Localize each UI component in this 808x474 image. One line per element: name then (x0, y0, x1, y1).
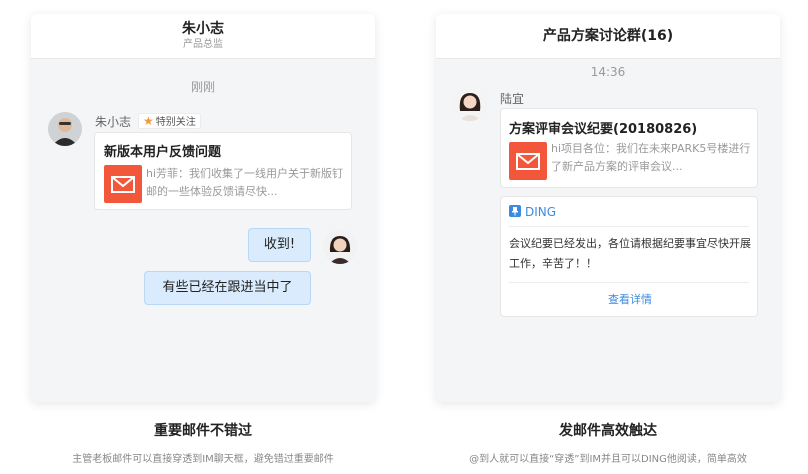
caption-right: 发邮件高效触达 @到人就可以直接“穿透”到IM并且可以DING他阅读，简单高效 (428, 420, 788, 465)
mail-icon (509, 142, 547, 180)
chat-header: 产品方案讨论群(16) (436, 14, 780, 59)
sender-name: 陆宜 (500, 92, 525, 106)
special-follow-badge: ★ 特别关注 (138, 113, 201, 129)
ding-label: DING (525, 205, 557, 219)
mail-subject: 方案评审会议纪要(20180826) (509, 122, 698, 137)
avatar-sender[interactable] (453, 87, 487, 121)
chat-contact-title: 产品总监 (183, 39, 223, 50)
chat-window-right: 产品方案讨论群(16) 14:36 陆宜 方案评审会议纪要(20180826) … (436, 14, 780, 402)
ding-tag: DING (509, 205, 556, 219)
message-timestamp: 刚刚 (190, 80, 215, 94)
mail-preview: hi芳菲：我们收集了一线用户关于新版钉邮的一些体验反馈请尽快... (146, 167, 344, 198)
ding-card[interactable]: DING 会议纪要已经发出，各位请根据纪要事宜尽快开展工作，辛苦了！！ 查看详情 (500, 196, 758, 317)
message-timestamp: 14:36 (590, 65, 626, 79)
avatar-self[interactable] (323, 230, 357, 264)
mail-preview: hi项目各位：我们在未来PARK5号楼进行了新产品方案的评审会议... (551, 142, 751, 173)
divider (509, 282, 749, 283)
caption-subtitle: @到人就可以直接“穿透”到IM并且可以DING他阅读，简单高效 (469, 454, 747, 465)
mail-card[interactable]: 新版本用户反馈问题 hi芳菲：我们收集了一线用户关于新版钉邮的一些体验反馈请尽快… (94, 132, 352, 210)
chat-contact-name: 朱小志 (182, 21, 224, 37)
message-bubble[interactable]: 收到! (248, 228, 311, 262)
message-bubble[interactable]: 有些已经在跟进当中了 (144, 271, 311, 305)
badge-label: 特别关注 (155, 117, 196, 128)
divider (509, 226, 749, 227)
chat-window-left: 朱小志 产品总监 刚刚 朱小志 ★ 特别关注 新版本用户反馈问题 hi芳菲：我们收… (31, 14, 375, 402)
star-icon: ★ (143, 114, 154, 128)
caption-title: 重要邮件不错过 (154, 423, 252, 439)
group-title: 产品方案讨论群(16) (542, 28, 674, 44)
caption-title: 发邮件高效触达 (559, 423, 657, 439)
view-details-link[interactable]: 查看详情 (501, 291, 759, 307)
caption-left: 重要邮件不错过 主管老板邮件可以直接穿透到IM聊天框，避免错过重要邮件 (23, 420, 383, 465)
mail-icon (104, 165, 142, 203)
mail-card[interactable]: 方案评审会议纪要(20180826) hi项目各位：我们在未来PARK5号楼进行… (500, 108, 758, 188)
pin-icon (509, 205, 521, 217)
avatar-sender[interactable] (48, 112, 82, 146)
ding-message: 会议纪要已经发出，各位请根据纪要事宜尽快开展工作，辛苦了！！ (509, 237, 751, 270)
sender-name: 朱小志 (95, 115, 132, 129)
chat-header: 朱小志 产品总监 (31, 14, 375, 59)
caption-subtitle: 主管老板邮件可以直接穿透到IM聊天框，避免错过重要邮件 (72, 454, 334, 465)
mail-subject: 新版本用户反馈问题 (104, 145, 222, 160)
